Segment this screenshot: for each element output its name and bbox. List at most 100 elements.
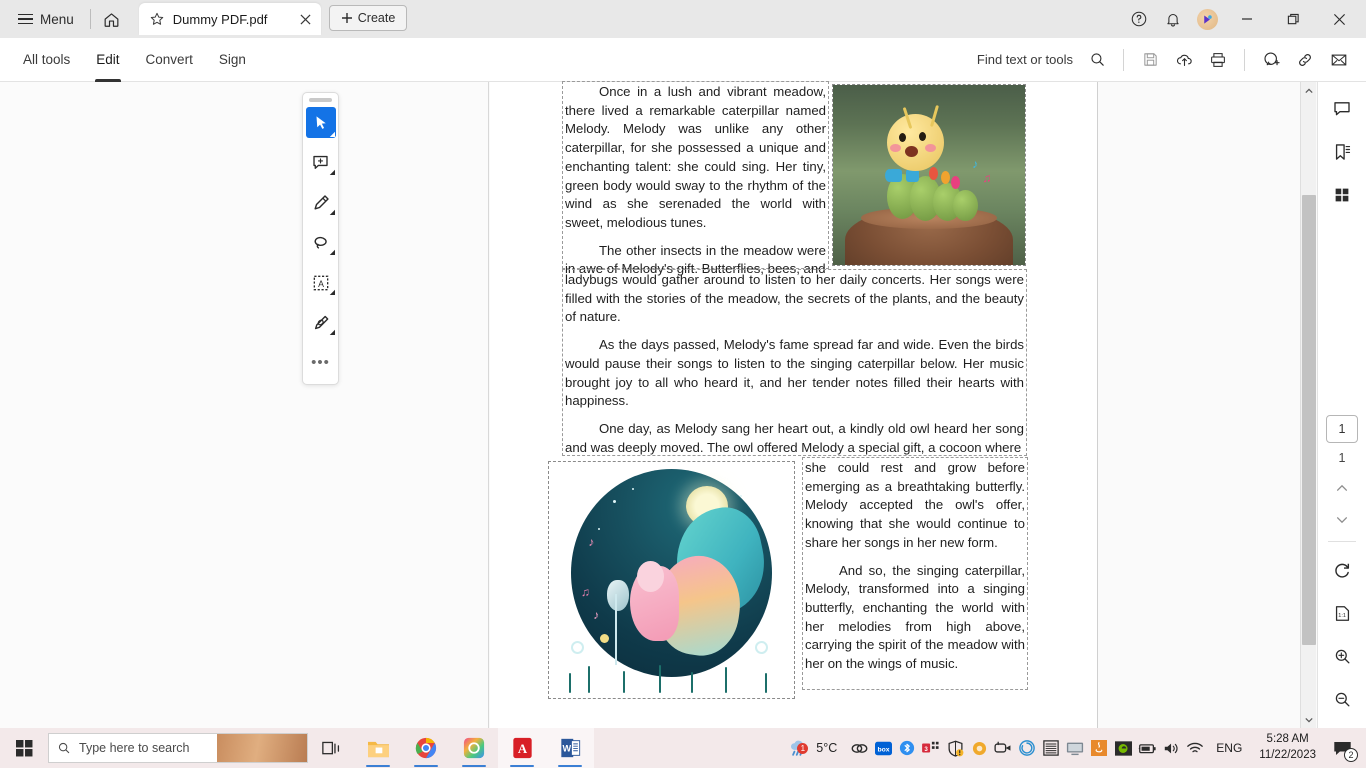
text-block-2[interactable]: ladybugs would gather around to listen t… bbox=[562, 269, 1027, 456]
bluetooth-tray-icon[interactable] bbox=[895, 728, 919, 768]
title-bar: Menu Dummy PDF.pdf Create bbox=[0, 0, 1366, 38]
display-tray-icon[interactable] bbox=[1063, 728, 1087, 768]
toolbar-separator-1 bbox=[1123, 48, 1124, 71]
nvidia-tray-icon[interactable] bbox=[1111, 728, 1135, 768]
display-icon bbox=[1067, 742, 1084, 755]
zoom-out-button[interactable] bbox=[1325, 682, 1359, 716]
text-select-tool-button[interactable]: A bbox=[306, 267, 336, 298]
fit-page-button[interactable]: 1:1 bbox=[1325, 596, 1359, 630]
task-view-button[interactable] bbox=[308, 728, 354, 768]
email-button[interactable] bbox=[1322, 43, 1356, 77]
add-comment-button[interactable] bbox=[1254, 43, 1288, 77]
select-tool-button[interactable] bbox=[305, 107, 336, 138]
pdf-page-content: Once in a lush and vibrant meadow, there… bbox=[490, 81, 1098, 728]
save-button[interactable] bbox=[1133, 43, 1167, 77]
notifications-center-button[interactable]: 2 bbox=[1324, 728, 1360, 768]
eye bbox=[919, 132, 926, 142]
rotate-button[interactable] bbox=[1325, 553, 1359, 587]
list-tray-icon[interactable] bbox=[1039, 728, 1063, 768]
tab-convert[interactable]: Convert bbox=[133, 38, 206, 82]
more-tools-button[interactable]: ••• bbox=[306, 347, 336, 378]
highlight-tool-button[interactable] bbox=[306, 187, 336, 218]
orange-app-tray-icon[interactable] bbox=[967, 728, 991, 768]
page-number-input[interactable]: 1 bbox=[1326, 415, 1358, 443]
text-block-1[interactable]: Once in a lush and vibrant meadow, there… bbox=[562, 81, 829, 276]
wifi-icon bbox=[1187, 742, 1204, 753]
text-block-3[interactable]: she could rest and grow before emerging … bbox=[802, 457, 1028, 690]
creative-cloud-tray-icon[interactable] bbox=[847, 728, 871, 768]
battery-icon bbox=[1139, 743, 1156, 753]
camera-tray-icon[interactable] bbox=[991, 728, 1015, 768]
bookmarks-panel-button[interactable] bbox=[1325, 135, 1359, 169]
minimize-button[interactable] bbox=[1224, 0, 1270, 38]
box-tray-icon[interactable]: box bbox=[871, 728, 895, 768]
account-button[interactable] bbox=[1190, 2, 1224, 36]
draw-signature-tool-button[interactable] bbox=[306, 307, 336, 338]
wifi-tray-icon[interactable] bbox=[1183, 728, 1207, 768]
scroll-up-button[interactable] bbox=[1301, 82, 1317, 99]
taskbar-app-creative-app[interactable] bbox=[450, 728, 498, 768]
music-note-icon: ♫ bbox=[982, 170, 992, 185]
java-tray-icon[interactable] bbox=[1087, 728, 1111, 768]
acronis-tray-icon[interactable] bbox=[1015, 728, 1039, 768]
tab-close-button[interactable] bbox=[297, 10, 315, 28]
grass-blade bbox=[691, 672, 694, 694]
battery-tray-icon[interactable] bbox=[1135, 728, 1159, 768]
cloud-upload-icon bbox=[1176, 54, 1192, 66]
scrollbar-thumb[interactable] bbox=[1302, 195, 1316, 645]
thumbnails-panel-button[interactable] bbox=[1325, 178, 1359, 212]
zoom-in-button[interactable] bbox=[1325, 639, 1359, 673]
maximize-button[interactable] bbox=[1270, 0, 1316, 38]
java-icon bbox=[1091, 740, 1108, 756]
create-button[interactable]: Create bbox=[328, 4, 408, 31]
clock[interactable]: 5:28 AM 11/22/2023 bbox=[1251, 732, 1324, 763]
share-link-button[interactable] bbox=[1288, 43, 1322, 77]
document-tab[interactable]: Dummy PDF.pdf bbox=[138, 3, 321, 35]
star-icon[interactable] bbox=[149, 11, 165, 27]
lasso-erase-tool-button[interactable] bbox=[306, 227, 336, 258]
paragraph-6: she could rest and grow before emerging … bbox=[805, 460, 1025, 550]
home-icon bbox=[104, 12, 119, 27]
print-button[interactable] bbox=[1201, 43, 1235, 77]
tab-sign[interactable]: Sign bbox=[206, 38, 259, 82]
tools-bar: All tools Edit Convert Sign Find text or… bbox=[0, 38, 1366, 82]
start-button[interactable] bbox=[0, 728, 48, 768]
avatar bbox=[1196, 8, 1218, 30]
menu-button[interactable]: Menu bbox=[10, 8, 82, 31]
file-explorer-icon bbox=[367, 741, 389, 757]
language-indicator[interactable]: ENG bbox=[1207, 741, 1251, 755]
palette-drag-handle[interactable] bbox=[309, 98, 332, 102]
scroll-down-button[interactable] bbox=[1301, 711, 1317, 728]
home-button[interactable] bbox=[97, 4, 127, 34]
close-window-button[interactable] bbox=[1316, 0, 1362, 38]
volume-tray-icon[interactable] bbox=[1159, 728, 1183, 768]
cloud-upload-button[interactable] bbox=[1167, 43, 1201, 77]
security-tray-icon[interactable] bbox=[943, 728, 967, 768]
taskbar-app-file-explorer[interactable] bbox=[354, 728, 402, 768]
previous-page-button[interactable] bbox=[1327, 475, 1357, 501]
toolbar-separator-2 bbox=[1244, 48, 1245, 71]
taskbar-search-input[interactable]: Type here to search bbox=[48, 733, 308, 763]
taskbar-app-microsoft-word[interactable]: W bbox=[546, 728, 594, 768]
vertical-scrollbar[interactable] bbox=[1300, 82, 1316, 728]
taskbar-app-google-chrome[interactable] bbox=[402, 728, 450, 768]
weather-widget[interactable]: 1 5°C bbox=[782, 738, 847, 758]
comment-icon bbox=[1334, 102, 1350, 116]
notifications-button[interactable] bbox=[1156, 2, 1190, 36]
tab-all-tools-label: All tools bbox=[23, 52, 71, 67]
next-page-button[interactable] bbox=[1327, 507, 1357, 533]
tab-all-tools[interactable]: All tools bbox=[10, 38, 83, 82]
comments-panel-button[interactable] bbox=[1325, 92, 1359, 126]
caterpillar-image[interactable]: ♪ ♫ bbox=[832, 84, 1026, 266]
calendar-tray-icon[interactable]: 3 bbox=[919, 728, 943, 768]
taskbar-app-adobe-acrobat[interactable]: A bbox=[498, 728, 546, 768]
bluetooth-icon bbox=[900, 740, 915, 756]
chevron-down-icon bbox=[1336, 517, 1348, 524]
butterfly-image[interactable]: ♪ ♫ ♪ bbox=[548, 461, 795, 699]
cheek bbox=[924, 143, 936, 152]
add-comment-tool-button[interactable] bbox=[306, 147, 336, 178]
help-button[interactable] bbox=[1122, 2, 1156, 36]
search-button[interactable] bbox=[1080, 43, 1114, 77]
zoom-in-icon bbox=[1335, 649, 1350, 664]
tab-edit[interactable]: Edit bbox=[83, 38, 132, 82]
